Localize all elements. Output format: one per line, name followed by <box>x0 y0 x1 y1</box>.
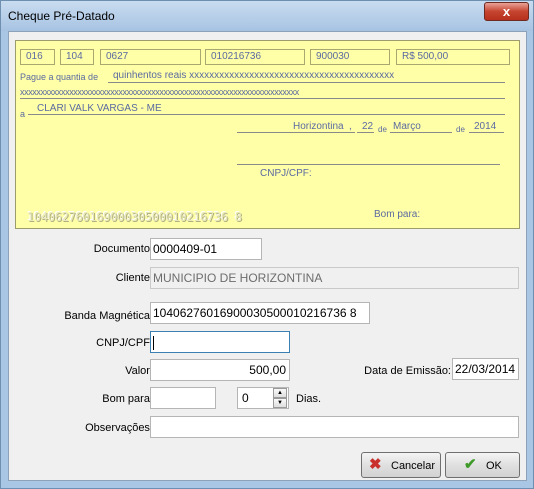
month-line <box>390 132 452 133</box>
cheque-cnpj-label: CNPJ/CPF: <box>260 168 312 179</box>
micr-line: 10406276016900030500010216736 8 <box>27 210 242 224</box>
documento-label: Documento: <box>93 243 153 255</box>
day-line <box>357 132 374 133</box>
signature-line <box>237 164 500 165</box>
text-caret <box>153 335 154 350</box>
observacoes-field[interactable] <box>150 416 519 438</box>
dias-spinner[interactable]: ▲ ▼ <box>273 388 287 408</box>
date-de-1: de <box>378 125 387 134</box>
cheque-amount-box: R$ 500,00 <box>396 49 510 65</box>
bom-para-label: Bom para: <box>102 393 153 405</box>
banda-magnetica-field[interactable]: 10406276016900030500010216736 8 <box>150 302 370 324</box>
cancel-label: Cancelar <box>391 460 436 472</box>
amount-line <box>108 82 505 83</box>
spin-down-icon[interactable]: ▼ <box>273 398 287 408</box>
ok-label: OK <box>486 460 502 472</box>
banda-magnetica-label: Banda Magnética: <box>64 310 153 322</box>
payee-prefix: a <box>20 109 26 119</box>
bom-para-field[interactable] <box>150 387 216 409</box>
cheque-account-box: 010216736 <box>205 49 305 65</box>
amount-line-2 <box>20 98 505 99</box>
city-line <box>237 132 355 133</box>
spin-up-icon[interactable]: ▲ <box>273 388 287 398</box>
dias-label: Dias. <box>296 393 322 405</box>
year-line <box>469 132 504 133</box>
cancel-button[interactable]: ✖ Cancelar <box>361 452 441 478</box>
red-x-icon: ✖ <box>369 456 382 473</box>
payee-line <box>28 114 505 115</box>
cliente-field[interactable]: MUNICIPIO DE HORIZONTINA <box>150 267 519 289</box>
cheque-number-box: 900030 <box>310 49 390 65</box>
date-month: Março <box>393 121 421 132</box>
dialog-window: Cheque Pré-Datado x 016 104 0627 0102167… <box>0 0 534 489</box>
window-title: Cheque Pré-Datado <box>8 9 115 23</box>
date-year: 2014 <box>474 121 497 132</box>
data-emissao-label: Data de Emissão: <box>364 365 451 377</box>
documento-field[interactable]: 0000409-01 <box>150 238 262 260</box>
title-bar[interactable]: Cheque Pré-Datado x <box>1 1 533 31</box>
dialog-body: 016 104 0627 010216736 900030 R$ 500,00 … <box>8 31 527 481</box>
green-check-icon: ✔ <box>464 456 477 473</box>
date-day: 22 <box>362 121 374 132</box>
valor-label: Valor: <box>125 365 153 377</box>
city: Horizontina <box>293 121 344 132</box>
cliente-label: Cliente: <box>115 272 153 284</box>
city-comma: , <box>349 121 352 132</box>
cheque-bom-para-label: Bom para: <box>374 209 421 220</box>
cheque-branch-box: 0627 <box>100 49 201 65</box>
cheque-bank-box: 016 <box>20 49 55 65</box>
cnpj-field[interactable] <box>150 331 290 353</box>
cheque-preview: 016 104 0627 010216736 900030 R$ 500,00 … <box>15 40 520 229</box>
amount-in-words: quinhentos reais xxxxxxxxxxxxxxxxxxxxxxx… <box>113 70 395 81</box>
cnpj-label: CNPJ/CPF: <box>96 337 153 349</box>
ok-button[interactable]: ✔ OK <box>445 452 520 478</box>
pague-label: Pague a quantia de <box>20 72 99 82</box>
payee-name: CLARI VALK VARGAS - ME <box>37 103 162 114</box>
observacoes-label: Observações: <box>85 422 153 434</box>
date-de-2: de <box>456 125 465 134</box>
amount-in-words-line2: xxxxxxxxxxxxxxxxxxxxxxxxxxxxxxxxxxxxxxxx… <box>20 87 299 97</box>
close-button[interactable]: x <box>484 2 529 21</box>
close-icon: x <box>502 4 511 19</box>
data-emissao-field[interactable]: 22/03/2014 <box>452 358 519 380</box>
cheque-agency-box: 104 <box>60 49 94 65</box>
valor-field[interactable]: 500,00 <box>150 359 290 381</box>
